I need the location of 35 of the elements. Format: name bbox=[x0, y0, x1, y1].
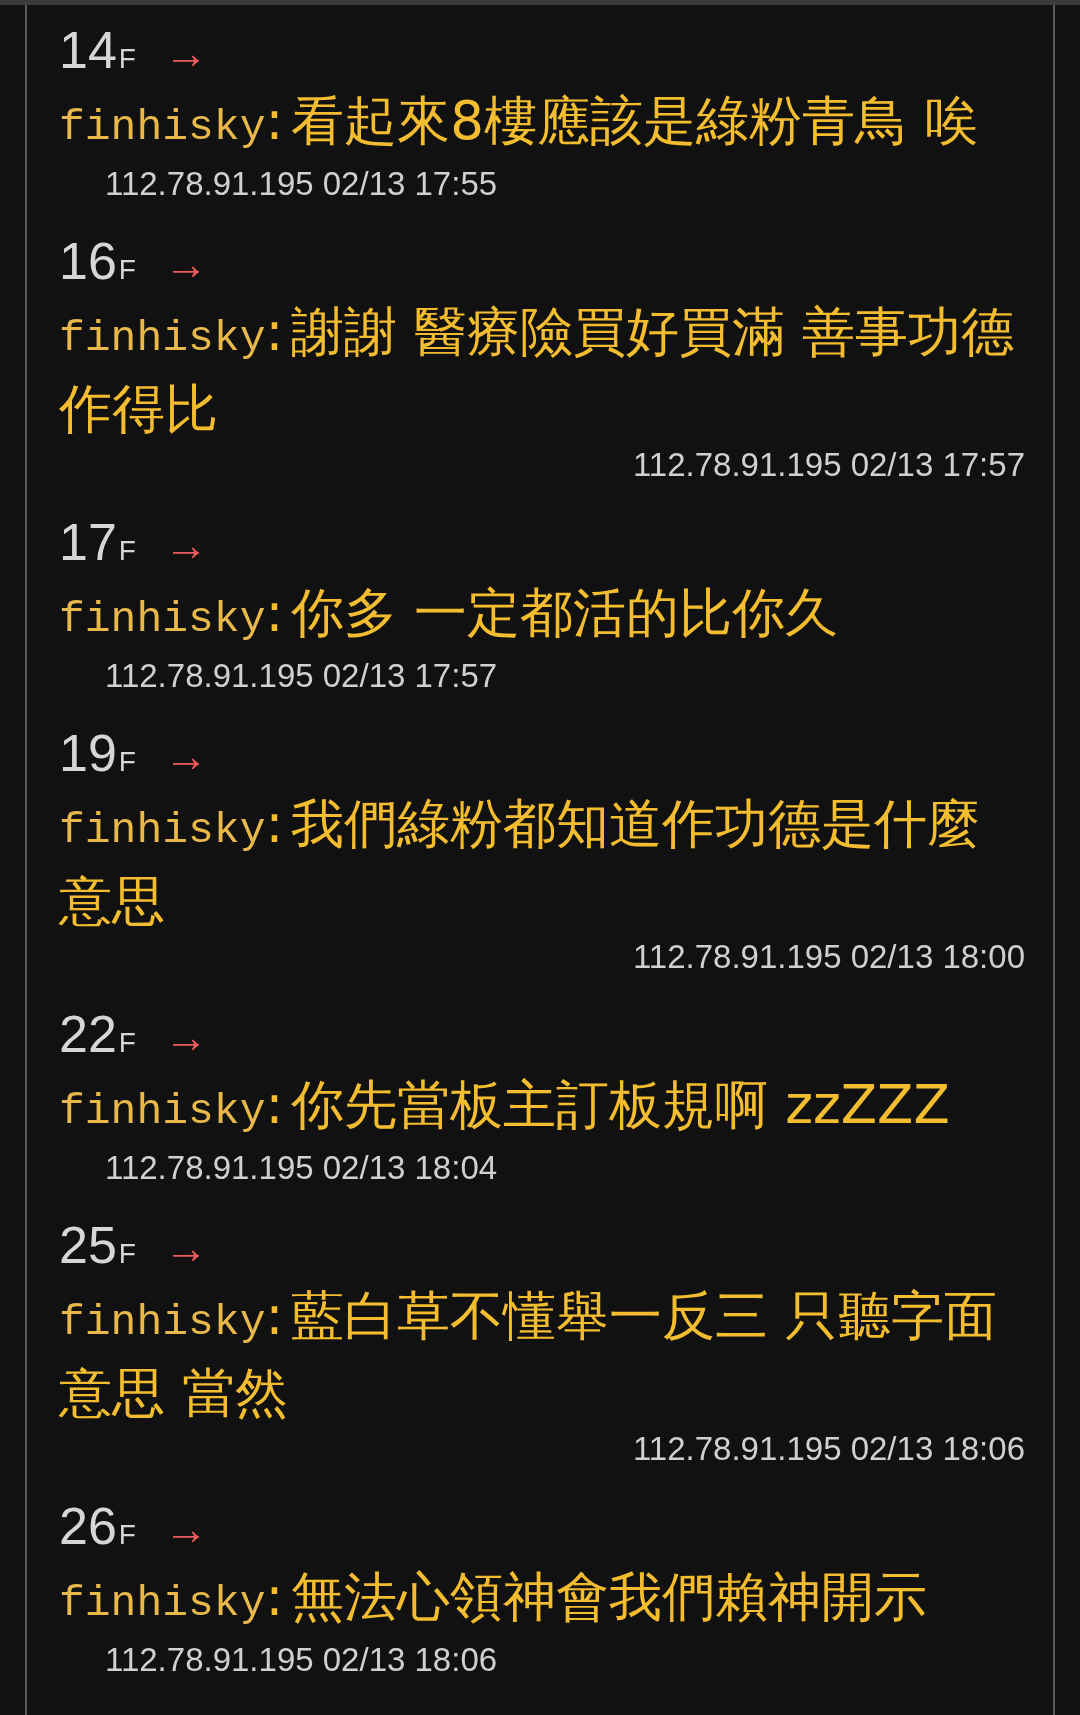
comment-text: finhisky:謝謝 醫療險買好買滿 善事功德作得比 bbox=[59, 300, 1015, 441]
ip-timestamp: 112.78.91.195 02/13 17:57 bbox=[631, 445, 1025, 485]
floor-suffix: F bbox=[118, 535, 136, 567]
floor-number: 16 bbox=[59, 231, 117, 292]
comment-text: finhisky:你先當板主訂板規啊 zzZZZ bbox=[59, 1073, 951, 1138]
ip-timestamp: 112.78.91.195 02/13 17:57 bbox=[104, 656, 499, 696]
floor-number: 17 bbox=[59, 512, 117, 573]
comment-text: finhisky:看起來8樓應該是綠粉青鳥 唉 bbox=[59, 89, 979, 154]
floor-suffix: F bbox=[118, 1238, 136, 1270]
comment-text: finhisky:藍白草不懂舉一反三 只聽字面意思 當然 bbox=[59, 1284, 999, 1425]
arrow-icon: → bbox=[163, 731, 208, 781]
ip-timestamp: 112.78.91.195 02/13 18:06 bbox=[631, 1429, 1025, 1469]
floor-number: 22 bbox=[59, 1004, 117, 1065]
floor-suffix: F bbox=[118, 1027, 136, 1059]
arrow-icon: → bbox=[163, 1223, 208, 1273]
comment-text: finhisky:你多 一定都活的比你久 bbox=[59, 581, 840, 646]
arrow-icon: → bbox=[163, 1504, 208, 1554]
ip-timestamp: 112.78.91.195 02/13 18:00 bbox=[631, 937, 1025, 977]
floor-suffix: F bbox=[118, 1519, 136, 1551]
arrow-icon: → bbox=[163, 1012, 208, 1062]
arrow-icon: → bbox=[163, 520, 208, 570]
floor-number: 19 bbox=[59, 723, 117, 784]
ip-timestamp: 112.78.91.195 02/13 18:04 bbox=[104, 1148, 499, 1188]
floor-suffix: F bbox=[118, 746, 136, 778]
floor-suffix: F bbox=[118, 254, 136, 286]
floor-number: 25 bbox=[59, 1215, 117, 1276]
arrow-icon: → bbox=[163, 28, 208, 78]
floor-suffix: F bbox=[118, 43, 136, 75]
arrow-icon: → bbox=[163, 239, 208, 289]
ip-timestamp: 112.78.91.195 02/13 17:55 bbox=[104, 164, 499, 204]
floor-number: 26 bbox=[59, 1496, 117, 1557]
comment-text: finhisky:無法心領神會我們賴神開示 bbox=[59, 1565, 929, 1630]
comment-text: finhisky:我們綠粉都知道作功德是什麼意思 bbox=[59, 792, 982, 933]
ip-timestamp: 112.78.91.195 02/13 18:06 bbox=[104, 1640, 499, 1680]
floor-number: 14 bbox=[59, 20, 117, 81]
